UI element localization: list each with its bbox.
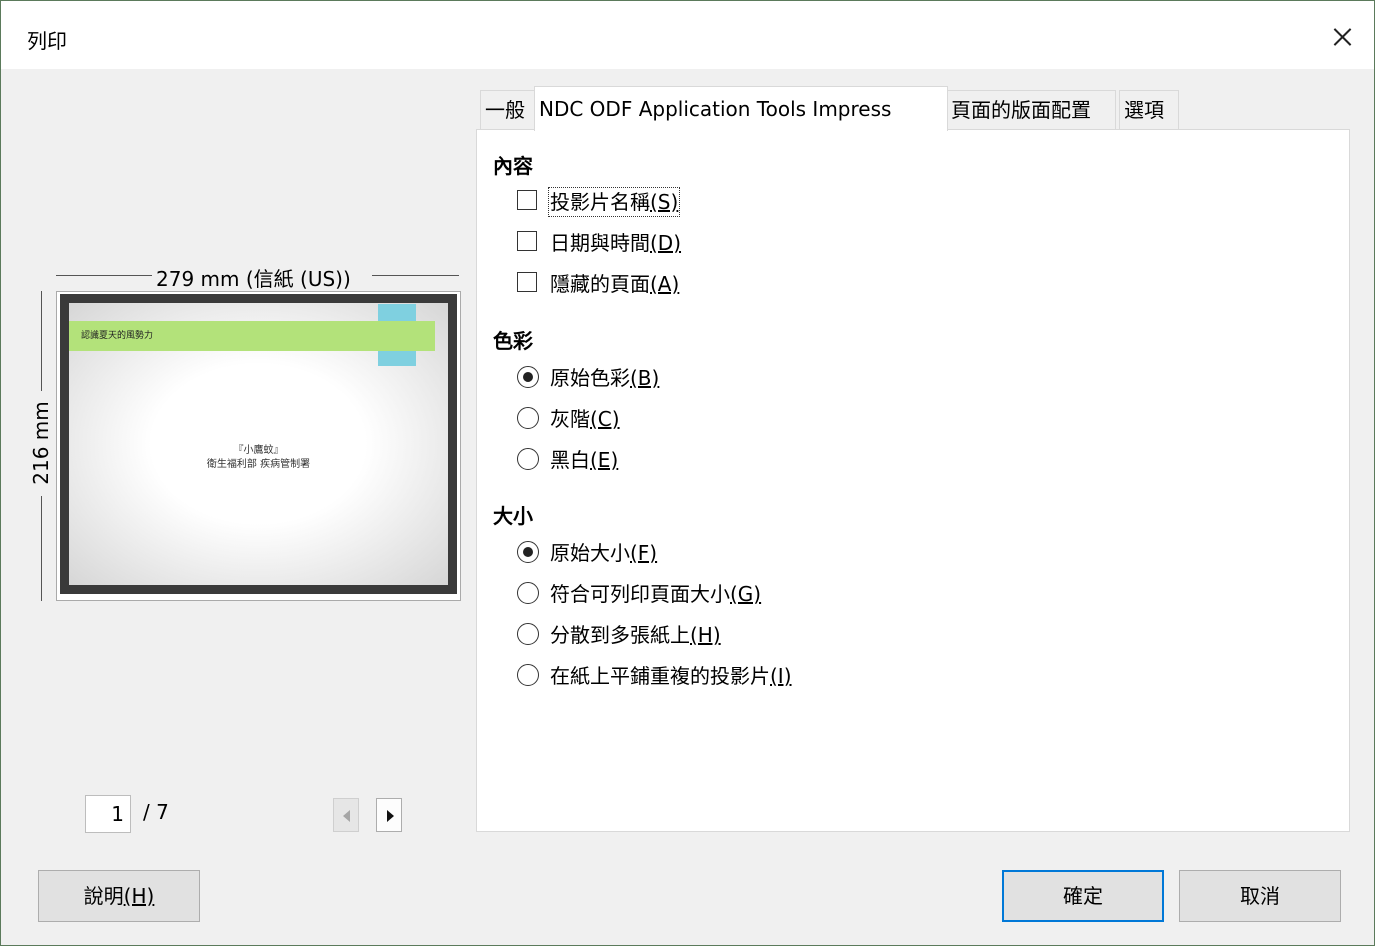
slide-title-band: 認識夏天的風勢力: [69, 321, 435, 351]
radio-label: 在紙上平鋪重複的投影片: [550, 664, 770, 688]
ok-button[interactable]: 確定: [1002, 870, 1164, 922]
radio-label: 原始色彩: [550, 366, 630, 390]
tab-impress[interactable]: NDC ODF Application Tools Impress: [534, 86, 948, 131]
radio-button[interactable]: [517, 623, 539, 645]
dimension-line: [372, 275, 459, 276]
radio-button[interactable]: [517, 366, 539, 388]
title-bar: 列印: [1, 1, 1374, 69]
mnemonic: (H): [123, 884, 155, 908]
previous-page-button[interactable]: [333, 798, 359, 832]
height-label: 216 mm: [29, 391, 53, 495]
radio-label: 黑白: [550, 448, 590, 472]
radio-button[interactable]: [517, 664, 539, 686]
slide-text-line: 衛生福利部 疾病管制署: [206, 459, 311, 470]
dimension-line: [41, 291, 42, 396]
radio-button[interactable]: [517, 541, 539, 563]
help-button-label: 說明: [83, 884, 124, 908]
mnemonic: (B): [630, 366, 660, 390]
mnemonic: (A): [650, 272, 680, 296]
tab-page-layout[interactable]: 頁面的版面配置: [946, 90, 1116, 129]
close-icon[interactable]: [1320, 15, 1364, 59]
content-group-title: 內容: [493, 154, 533, 178]
mnemonic: (E): [590, 448, 619, 472]
radio-label: 灰階: [550, 407, 590, 431]
mnemonic: (C): [590, 407, 620, 431]
page-number-input[interactable]: 1: [85, 795, 131, 833]
checkbox-label: 隱藏的頁面: [550, 272, 650, 296]
mnemonic: (H): [690, 623, 721, 647]
tab-general[interactable]: 一般: [480, 90, 538, 129]
height-dimension: 216 mm: [29, 291, 53, 601]
next-page-button[interactable]: [376, 798, 402, 832]
radio-button[interactable]: [517, 407, 539, 429]
checkbox-box[interactable]: [517, 231, 537, 251]
radio-label: 分散到多張紙上: [550, 623, 690, 647]
mnemonic: (D): [650, 231, 682, 255]
options-panel: 內容 投影片名稱(S) 日期與時間(D) 隱藏的頁面(A) 色彩 原始色彩(B)…: [476, 129, 1350, 832]
checkbox-box[interactable]: [517, 272, 537, 292]
mnemonic: (F): [630, 541, 658, 565]
page-total: / 7: [143, 800, 169, 824]
dimension-line: [41, 496, 42, 601]
slide-thumbnail: 認識夏天的風勢力 『小鷹蚊』 衛生福利部 疾病管制署: [60, 294, 457, 594]
checkbox-label: 日期與時間: [550, 231, 650, 255]
radio-button[interactable]: [517, 448, 539, 470]
size-group-title: 大小: [493, 504, 533, 528]
radio-label: 符合可列印頁面大小: [550, 582, 730, 606]
tab-options[interactable]: 選項: [1119, 90, 1179, 129]
cancel-button[interactable]: 取消: [1179, 870, 1341, 922]
checkbox-label: 投影片名稱: [550, 190, 650, 214]
help-button[interactable]: 說明(H): [38, 870, 200, 922]
dialog-title: 列印: [27, 29, 67, 53]
mnemonic: (S): [650, 190, 679, 214]
radio-button[interactable]: [517, 582, 539, 604]
width-dimension: 279 mm (信紙 (US)): [56, 263, 459, 292]
checkbox-box[interactable]: [517, 190, 537, 210]
width-label: 279 mm (信紙 (US)): [152, 263, 355, 292]
mnemonic: (I): [770, 664, 792, 688]
slide-text-line: 『小鷹蚊』: [233, 445, 284, 456]
print-preview: 認識夏天的風勢力 『小鷹蚊』 衛生福利部 疾病管制署: [56, 291, 461, 601]
color-group-title: 色彩: [493, 329, 533, 353]
dimension-line: [56, 275, 152, 276]
print-dialog: 列印 一般 NDC ODF Application Tools Impress …: [0, 0, 1375, 946]
chevron-right-icon: [387, 810, 394, 822]
chevron-left-icon: [343, 810, 350, 822]
radio-label: 原始大小: [550, 541, 630, 565]
mnemonic: (G): [730, 582, 762, 606]
